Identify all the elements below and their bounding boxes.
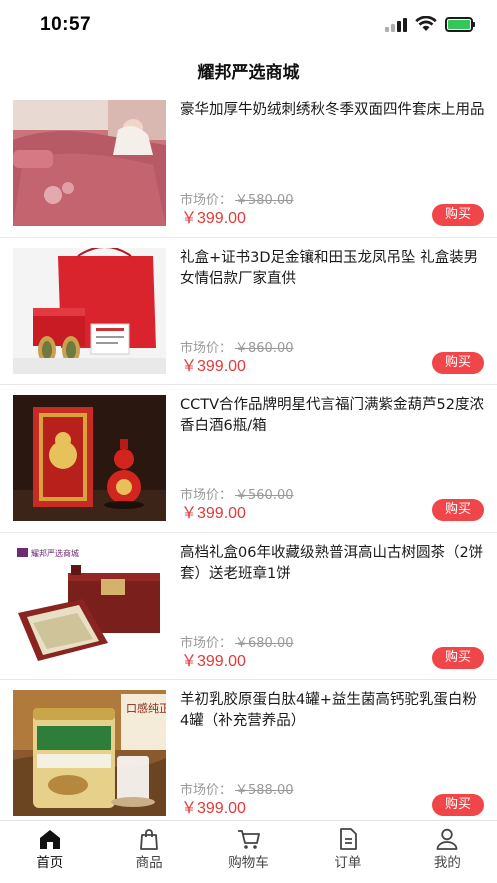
product-title[interactable]: CCTV合作品牌明星代言福门满紫金葫芦52度浓香白酒6瓶/箱 bbox=[180, 395, 485, 437]
battery-charging-icon bbox=[445, 16, 475, 32]
jade-pendant-giftbox-image[interactable] bbox=[13, 247, 166, 374]
product-title[interactable]: 礼盒+证书3D足金镶和田玉龙凤吊坠 礼盒装男女情侣款厂家直供 bbox=[180, 248, 485, 290]
buy-button[interactable]: 购买 bbox=[432, 499, 484, 521]
product-title[interactable]: 高档礼盒06年收藏级熟普洱高山古树圆茶（2饼套）送老班章1饼 bbox=[180, 543, 485, 585]
gourd-liquor-image[interactable] bbox=[13, 395, 166, 521]
buy-button[interactable]: 购买 bbox=[432, 646, 484, 669]
product-title[interactable]: 豪华加厚牛奶绒刺绣秋冬季双面四件套床上用品 bbox=[180, 100, 485, 121]
page-title: 耀邦严选商城 bbox=[197, 63, 300, 83]
tab-mine[interactable]: 我的 bbox=[398, 821, 497, 883]
buy-button[interactable]: 购买 bbox=[432, 204, 484, 226]
bedding-set-image[interactable] bbox=[13, 100, 166, 226]
home-icon bbox=[39, 830, 60, 849]
tab-label: 订单 bbox=[334, 855, 362, 871]
product-item[interactable]: CCTV合作品牌明星代言福门满紫金葫芦52度浓香白酒6瓶/箱 市场价： ￥560.… bbox=[0, 385, 497, 533]
signal-icon bbox=[385, 16, 407, 32]
product-title[interactable]: 羊初乳胶原蛋白肽4罐+益生菌高钙驼乳蛋白粉4罐（补充营养品） bbox=[180, 690, 485, 732]
order-document-icon bbox=[340, 828, 357, 850]
image-slogan-text: 口感纯正 bbox=[126, 702, 166, 715]
sale-price: ￥399.00 bbox=[181, 505, 246, 522]
status-time: 10:57 bbox=[40, 14, 92, 35]
tab-label: 我的 bbox=[433, 855, 461, 871]
tab-cart[interactable]: 购物车 bbox=[199, 821, 298, 883]
camel-milk-powder-image[interactable]: 口感纯正 bbox=[13, 690, 166, 816]
puer-tea-giftbox-image[interactable]: 耀邦严选商城 bbox=[13, 542, 166, 669]
product-item[interactable]: 豪华加厚牛奶绒刺绣秋冬季双面四件套床上用品 市场价： ￥580.00 ￥399.0… bbox=[0, 90, 497, 238]
sale-price: ￥399.00 bbox=[181, 652, 246, 670]
battery-level bbox=[448, 19, 470, 29]
sale-price: ￥399.00 bbox=[181, 210, 246, 227]
tab-orders[interactable]: 订单 bbox=[298, 821, 397, 883]
product-list[interactable]: 豪华加厚牛奶绒刺绣秋冬季双面四件套床上用品 市场价： ￥580.00 ￥399.0… bbox=[0, 90, 497, 820]
tab-label: 购物车 bbox=[228, 855, 269, 871]
status-bar: 10:57 bbox=[0, 0, 497, 52]
tab-label: 首页 bbox=[36, 855, 64, 871]
wifi-icon bbox=[415, 16, 437, 31]
tab-home[interactable]: 首页 bbox=[0, 821, 99, 883]
product-item[interactable]: 耀邦严选商城 高档礼盒06年收藏级熟普洱高山古树圆茶（2饼套）送老班章1饼 市场… bbox=[0, 533, 497, 680]
cart-icon bbox=[237, 830, 260, 849]
tab-products[interactable]: 商品 bbox=[99, 821, 198, 883]
status-icons bbox=[385, 16, 475, 32]
buy-button[interactable]: 购买 bbox=[432, 351, 484, 374]
sale-price: ￥399.00 bbox=[181, 357, 246, 375]
product-item[interactable]: 礼盒+证书3D足金镶和田玉龙凤吊坠 礼盒装男女情侣款厂家直供 市场价： ￥860.… bbox=[0, 238, 497, 385]
sale-price: ￥399.00 bbox=[181, 800, 246, 817]
user-icon bbox=[436, 828, 458, 850]
shopping-bag-icon bbox=[140, 829, 159, 850]
tab-bar: 首页 商品 购物车 订单 我的 bbox=[0, 820, 497, 883]
buy-button[interactable]: 购买 bbox=[432, 794, 484, 816]
tab-label: 商品 bbox=[135, 855, 163, 871]
image-watermark-text: 耀邦严选商城 bbox=[31, 548, 79, 558]
product-item[interactable]: 口感纯正 羊初乳胶原蛋白肽4罐+益生菌高钙驼乳蛋白粉4罐（补充营养品） 市场价：… bbox=[0, 680, 497, 820]
